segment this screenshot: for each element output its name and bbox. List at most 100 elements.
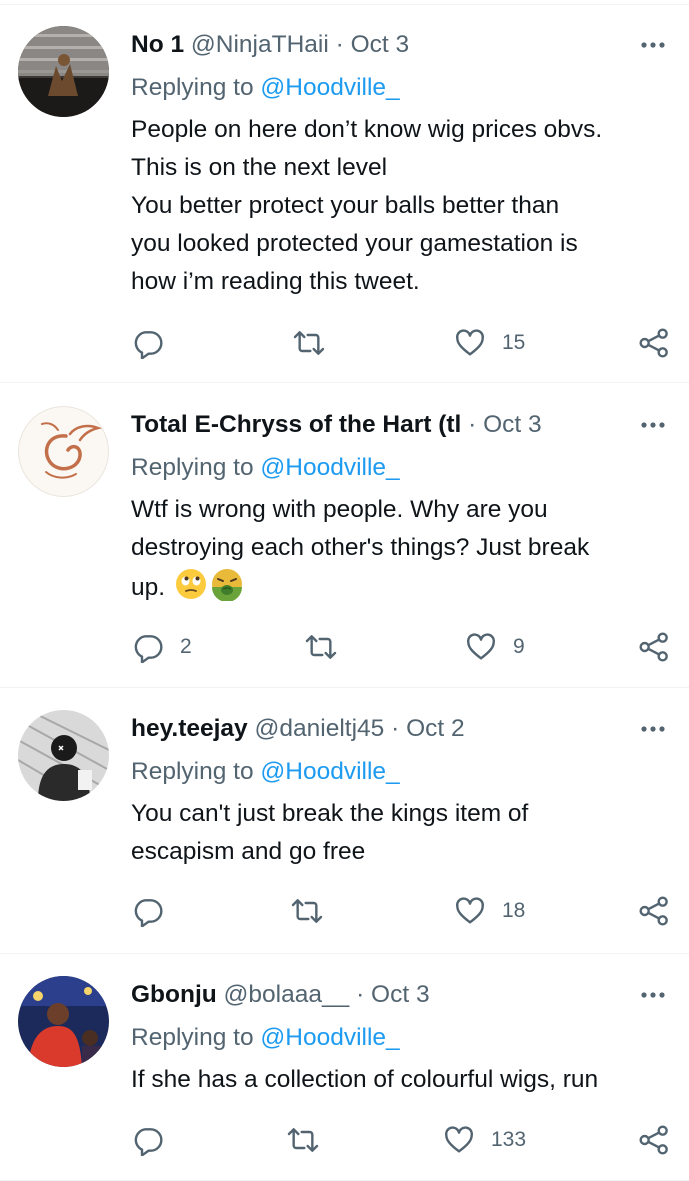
retweet-button[interactable] xyxy=(291,891,339,931)
mention-link[interactable]: @Hoodville_ xyxy=(260,1024,399,1051)
more-dots-icon xyxy=(641,422,665,428)
tweet-reply[interactable]: No 1 @NinjaTHaii · Oct 3 Replying to @Ho… xyxy=(0,5,689,383)
avatar[interactable] xyxy=(18,26,109,117)
tweet-date[interactable]: Oct 2 xyxy=(406,715,465,742)
replying-to: Replying to @Hoodville_ xyxy=(131,72,400,104)
nauseated-face-icon xyxy=(211,569,242,601)
tweet-text-line: how i’m reading this tweet. xyxy=(131,268,420,295)
retweet-icon xyxy=(287,1128,319,1152)
mention-link[interactable]: @Hoodville_ xyxy=(260,454,399,481)
tweet-header: No 1 @NinjaTHaii · Oct 3 xyxy=(131,29,599,61)
like-count: 133 xyxy=(491,1128,527,1151)
like-count: 9 xyxy=(513,635,525,658)
action-bar: 133 xyxy=(0,1120,689,1160)
retweet-icon xyxy=(291,899,323,923)
like-button[interactable]: 9 xyxy=(465,627,525,667)
tweet-text-line: you looked protected your gamestation is xyxy=(131,230,578,257)
separator-dot: · xyxy=(335,31,344,58)
share-button[interactable] xyxy=(638,627,670,667)
retweet-button[interactable] xyxy=(287,1120,335,1160)
like-button[interactable]: 133 xyxy=(443,1120,526,1160)
tweet-date[interactable]: Oct 3 xyxy=(371,981,430,1008)
tweet-text-line: This is on the next level xyxy=(131,154,388,181)
share-button[interactable] xyxy=(638,891,670,931)
share-icon xyxy=(639,896,668,926)
tweet-text: Wtf is wrong with people. Why are you de… xyxy=(131,491,675,607)
replying-to: Replying to @Hoodville_ xyxy=(131,452,400,484)
reply-icon xyxy=(134,899,163,927)
reply-button[interactable] xyxy=(132,323,180,363)
reply-button[interactable] xyxy=(132,1120,180,1160)
more-options-button[interactable] xyxy=(637,713,669,745)
replying-label: Replying to xyxy=(131,1024,261,1051)
heart-icon xyxy=(445,1126,473,1153)
mention-link[interactable]: @Hoodville_ xyxy=(260,758,399,785)
face-with-rolling-eyes-icon xyxy=(175,569,206,599)
tweet-text: You can't just break the kings item of e… xyxy=(131,795,675,871)
retweet-button[interactable] xyxy=(293,323,341,363)
action-bar: 18 xyxy=(0,891,689,931)
share-button[interactable] xyxy=(638,1120,670,1160)
avatar[interactable] xyxy=(18,976,109,1067)
tweet-reply[interactable]: hey.teejay @danieltj45 · Oct 2 Replying … xyxy=(0,688,689,954)
tweet-text-line: destroying each other's things? Just bre… xyxy=(131,534,590,561)
mention-link[interactable]: @Hoodville_ xyxy=(260,74,399,101)
like-button[interactable]: 18 xyxy=(454,891,525,931)
tweet-text-line: You better protect your balls better tha… xyxy=(131,192,560,219)
tweet-date[interactable]: Oct 3 xyxy=(483,411,542,438)
retweet-icon xyxy=(305,635,337,659)
replying-to: Replying to @Hoodville_ xyxy=(131,756,400,788)
tweet-text-line-end: up. xyxy=(131,574,166,601)
share-icon xyxy=(639,1125,668,1155)
more-dots-icon xyxy=(641,726,665,732)
display-name[interactable]: Total E-Chryss of the Hart (tl xyxy=(131,409,461,441)
reply-icon xyxy=(134,635,163,663)
reply-icon xyxy=(134,1128,163,1156)
separator-dot: · xyxy=(356,981,365,1008)
replying-label: Replying to xyxy=(131,758,261,785)
tweet-header: Gbonju @bolaaa__ · Oct 3 xyxy=(131,979,599,1011)
reply-count: 2 xyxy=(180,635,192,658)
like-count: 18 xyxy=(502,899,526,922)
display-name[interactable]: No 1 xyxy=(131,31,184,58)
more-options-button[interactable] xyxy=(637,979,669,1011)
tweet-reply[interactable]: Total E-Chryss of the Hart (tl · Oct 3 R… xyxy=(0,383,689,688)
more-dots-icon xyxy=(641,42,665,48)
tweet-text-line: up. xyxy=(131,567,675,607)
reply-button[interactable]: 2 xyxy=(132,627,192,667)
tweet-text: If she has a collection of colourful wig… xyxy=(131,1061,675,1099)
more-options-button[interactable] xyxy=(637,409,669,441)
like-count: 15 xyxy=(502,331,526,354)
tweet-header: Total E-Chryss of the Hart (tl · Oct 3 xyxy=(131,409,599,441)
tweet-header: hey.teejay @danieltj45 · Oct 2 xyxy=(131,713,599,745)
avatar[interactable] xyxy=(18,406,109,497)
tweet-text-line: If she has a collection of colourful wig… xyxy=(131,1066,599,1093)
user-handle[interactable]: @NinjaTHaii xyxy=(191,31,329,58)
action-bar: 2 9 xyxy=(0,627,689,667)
tweet-reply[interactable]: Gbonju @bolaaa__ · Oct 3 Replying to @Ho… xyxy=(0,954,689,1181)
reply-button[interactable] xyxy=(132,891,180,931)
replying-label: Replying to xyxy=(131,454,261,481)
avatar[interactable] xyxy=(18,710,109,801)
tweet-text-line: People on here don’t know wig prices obv… xyxy=(131,116,603,143)
retweet-button[interactable] xyxy=(305,627,353,667)
share-icon xyxy=(639,328,668,358)
display-name[interactable]: Gbonju xyxy=(131,981,217,1008)
tweet-text-line: You can't just break the kings item of xyxy=(131,800,529,827)
user-handle[interactable]: @bolaaa__ xyxy=(224,981,350,1008)
display-name[interactable]: hey.teejay xyxy=(131,715,248,742)
user-handle[interactable]: @danieltj45 xyxy=(255,715,385,742)
reply-icon xyxy=(134,331,163,359)
more-dots-icon xyxy=(641,992,665,998)
tweet-text: People on here don’t know wig prices obv… xyxy=(131,111,675,301)
like-button[interactable]: 15 xyxy=(454,323,525,363)
separator-dot: · xyxy=(391,715,400,742)
more-options-button[interactable] xyxy=(637,29,669,61)
share-icon xyxy=(639,632,668,662)
tweet-date[interactable]: Oct 3 xyxy=(351,31,410,58)
replying-label: Replying to xyxy=(131,74,261,101)
heart-icon xyxy=(456,897,484,924)
share-button[interactable] xyxy=(638,323,670,363)
action-bar: 15 xyxy=(0,323,689,363)
heart-icon xyxy=(467,633,495,660)
